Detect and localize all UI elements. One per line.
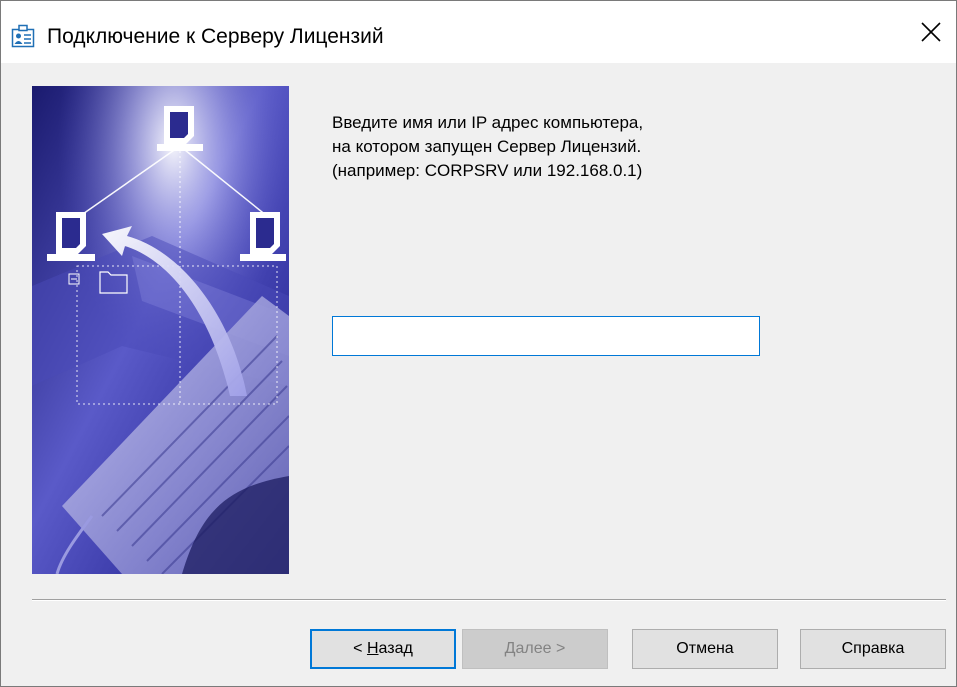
server-address-input[interactable]	[332, 316, 760, 356]
next-button-label: алее >	[515, 640, 566, 657]
instruction-line: Введите имя или IP адрес компьютера,	[332, 113, 644, 132]
cancel-button-label: Отмена	[676, 640, 734, 657]
instruction-line: (например: CORPSRV или 192.168.0.1)	[332, 161, 643, 180]
instructions-text: Введите имя или IP адрес компьютера, на …	[332, 111, 892, 183]
next-button-accelerator: Д	[504, 640, 516, 657]
license-server-dialog: Подключение к Серверу Лицензий Введите и…	[0, 0, 957, 687]
window-title: Подключение к Серверу Лицензий	[47, 25, 384, 48]
title-bar: Подключение к Серверу Лицензий	[1, 1, 956, 63]
help-button-label: Справка	[841, 640, 905, 657]
back-button-label: азад	[378, 640, 413, 657]
close-icon	[921, 22, 941, 42]
help-button[interactable]: Справка	[800, 629, 946, 669]
back-button[interactable]: < Назад	[310, 629, 456, 669]
separator	[32, 599, 946, 601]
next-button[interactable]: Далее >	[462, 629, 608, 669]
cancel-button[interactable]: Отмена	[632, 629, 778, 669]
instruction-line: на котором запущен Сервер Лицензий.	[332, 137, 642, 156]
network-keyboard-illustration	[32, 86, 289, 574]
license-server-icon	[11, 24, 35, 48]
close-button[interactable]	[906, 1, 956, 63]
back-button-prefix: <	[353, 640, 367, 657]
back-button-accelerator: Н	[366, 640, 379, 657]
